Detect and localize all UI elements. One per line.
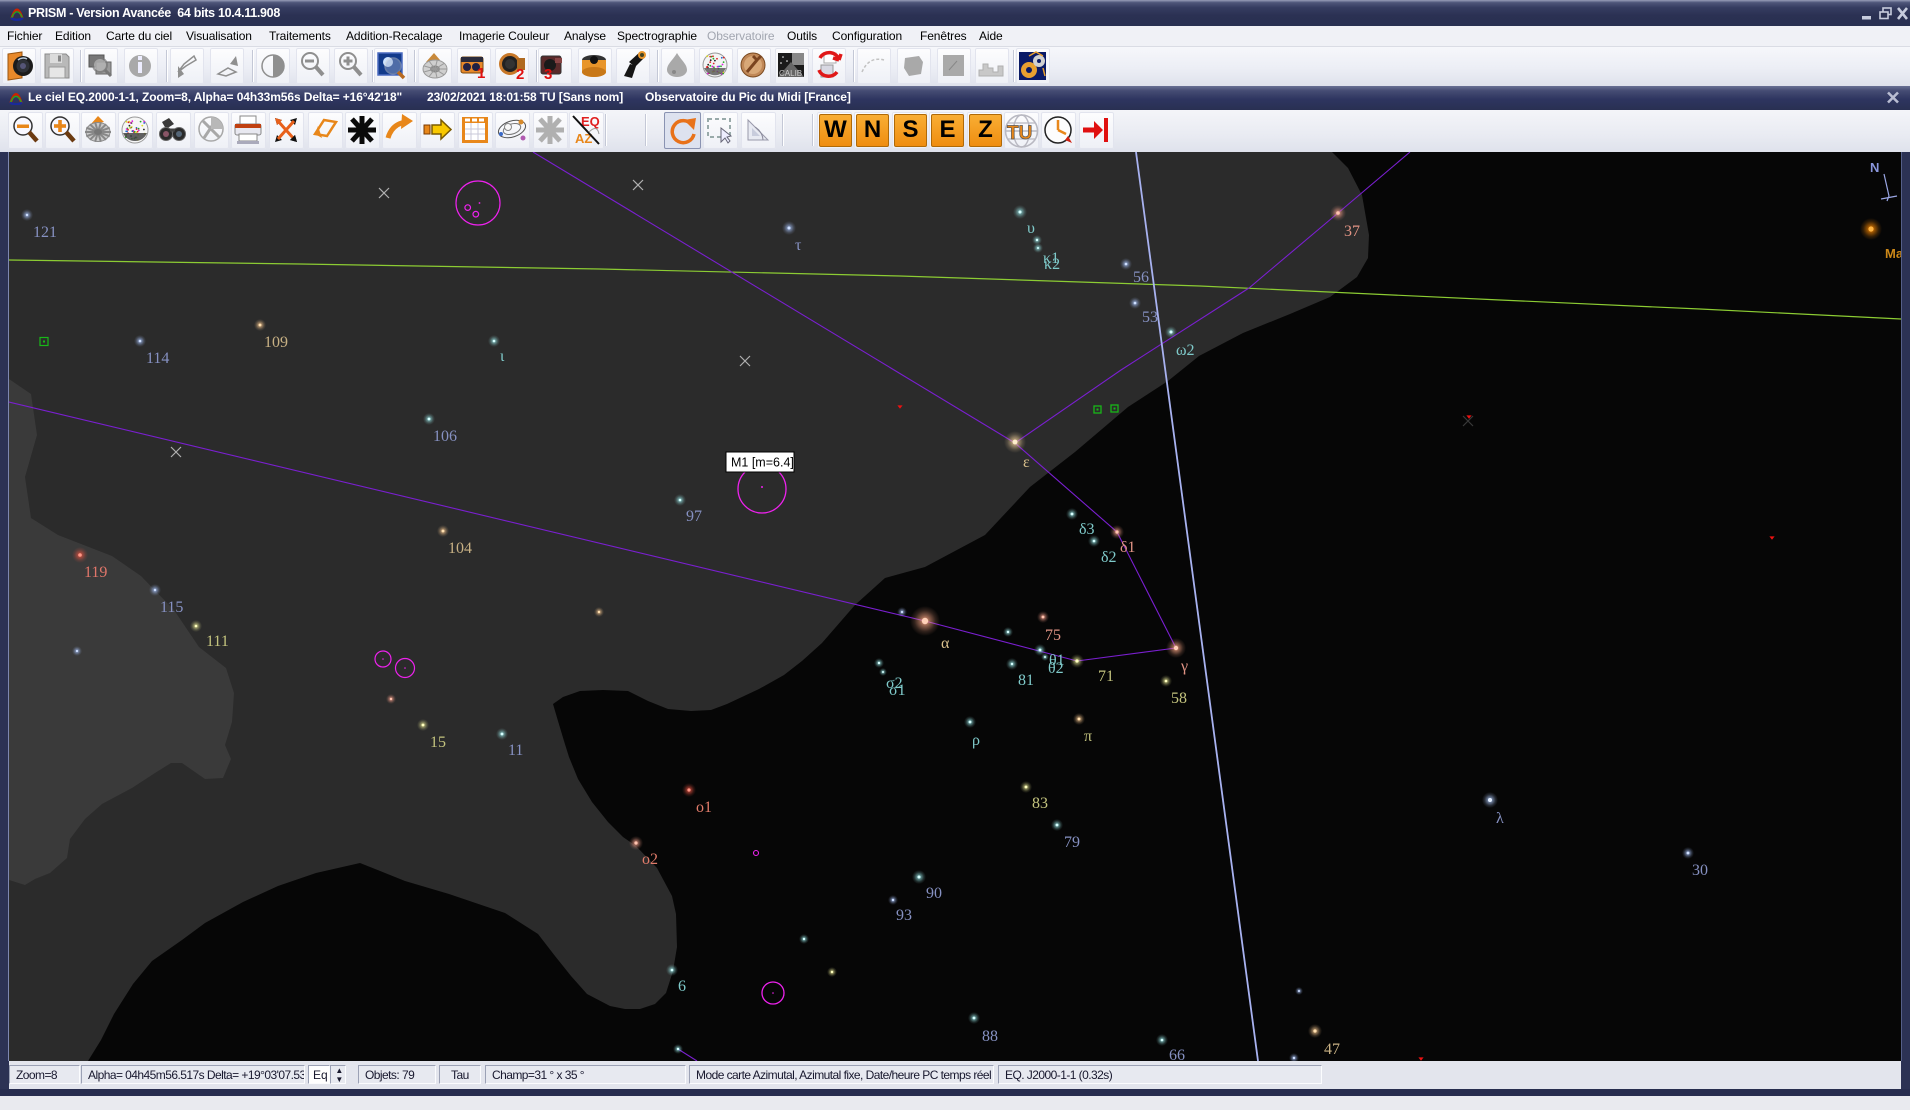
svg-text:30: 30 [1692,862,1708,879]
svg-text:66: 66 [1169,1047,1185,1061]
svg-text:6: 6 [678,978,686,995]
svg-text:106: 106 [433,428,457,445]
svg-text:δ3: δ3 [1079,521,1095,538]
svg-text:83: 83 [1032,795,1048,812]
svg-text:N: N [1870,160,1879,175]
svg-text:ι: ι [500,348,505,365]
svg-text:11: 11 [508,742,523,759]
svg-text:ρ: ρ [972,732,980,749]
svg-text:88: 88 [982,1028,998,1045]
svg-text:3: 3 [544,66,552,83]
svg-text:π: π [1084,728,1092,745]
svg-text:1: 1 [477,65,485,82]
svg-text:Ma: Ma [1885,246,1901,261]
svg-text:κ2: κ2 [1044,256,1060,273]
svg-text:υ: υ [1027,220,1035,237]
svg-text:τ: τ [795,237,802,254]
svg-text:CALIB: CALIB [779,69,802,78]
svg-text:47: 47 [1324,1041,1340,1058]
svg-text:115: 115 [160,599,183,616]
svg-text:α: α [941,635,950,652]
svg-text:37: 37 [1344,223,1360,240]
svg-text:o2: o2 [642,851,658,868]
svg-text:δ2: δ2 [1101,549,1117,566]
svg-text:2: 2 [516,66,524,83]
svg-text:71: 71 [1098,668,1114,685]
svg-text:53: 53 [1142,309,1158,326]
svg-text:81: 81 [1018,672,1034,689]
svg-text:90: 90 [926,885,942,902]
svg-text:56: 56 [1133,269,1149,286]
svg-text:M1 [m=6.4]: M1 [m=6.4] [731,456,794,470]
svg-text:TU: TU [1007,123,1032,144]
svg-text:114: 114 [146,350,169,367]
svg-text:o1: o1 [696,799,712,816]
svg-text:79: 79 [1064,834,1080,851]
svg-text:109: 109 [264,334,288,351]
svg-text:119: 119 [84,564,107,581]
svg-text:σ1: σ1 [889,682,906,699]
svg-text:75: 75 [1045,627,1061,644]
svg-text:γ: γ [1180,658,1188,675]
svg-text:121: 121 [33,224,57,241]
svg-text:ω2: ω2 [1176,342,1195,359]
svg-text:15: 15 [430,734,446,751]
svg-text:λ: λ [1496,810,1504,827]
svg-text:58: 58 [1171,690,1187,707]
svg-text:ε: ε [1023,454,1030,471]
svg-text:111: 111 [206,633,229,650]
svg-text:104: 104 [448,540,472,557]
svg-text:θ2: θ2 [1048,660,1064,677]
svg-text:δ1: δ1 [1120,539,1136,556]
svg-text:97: 97 [686,508,702,525]
svg-text:93: 93 [896,907,912,924]
